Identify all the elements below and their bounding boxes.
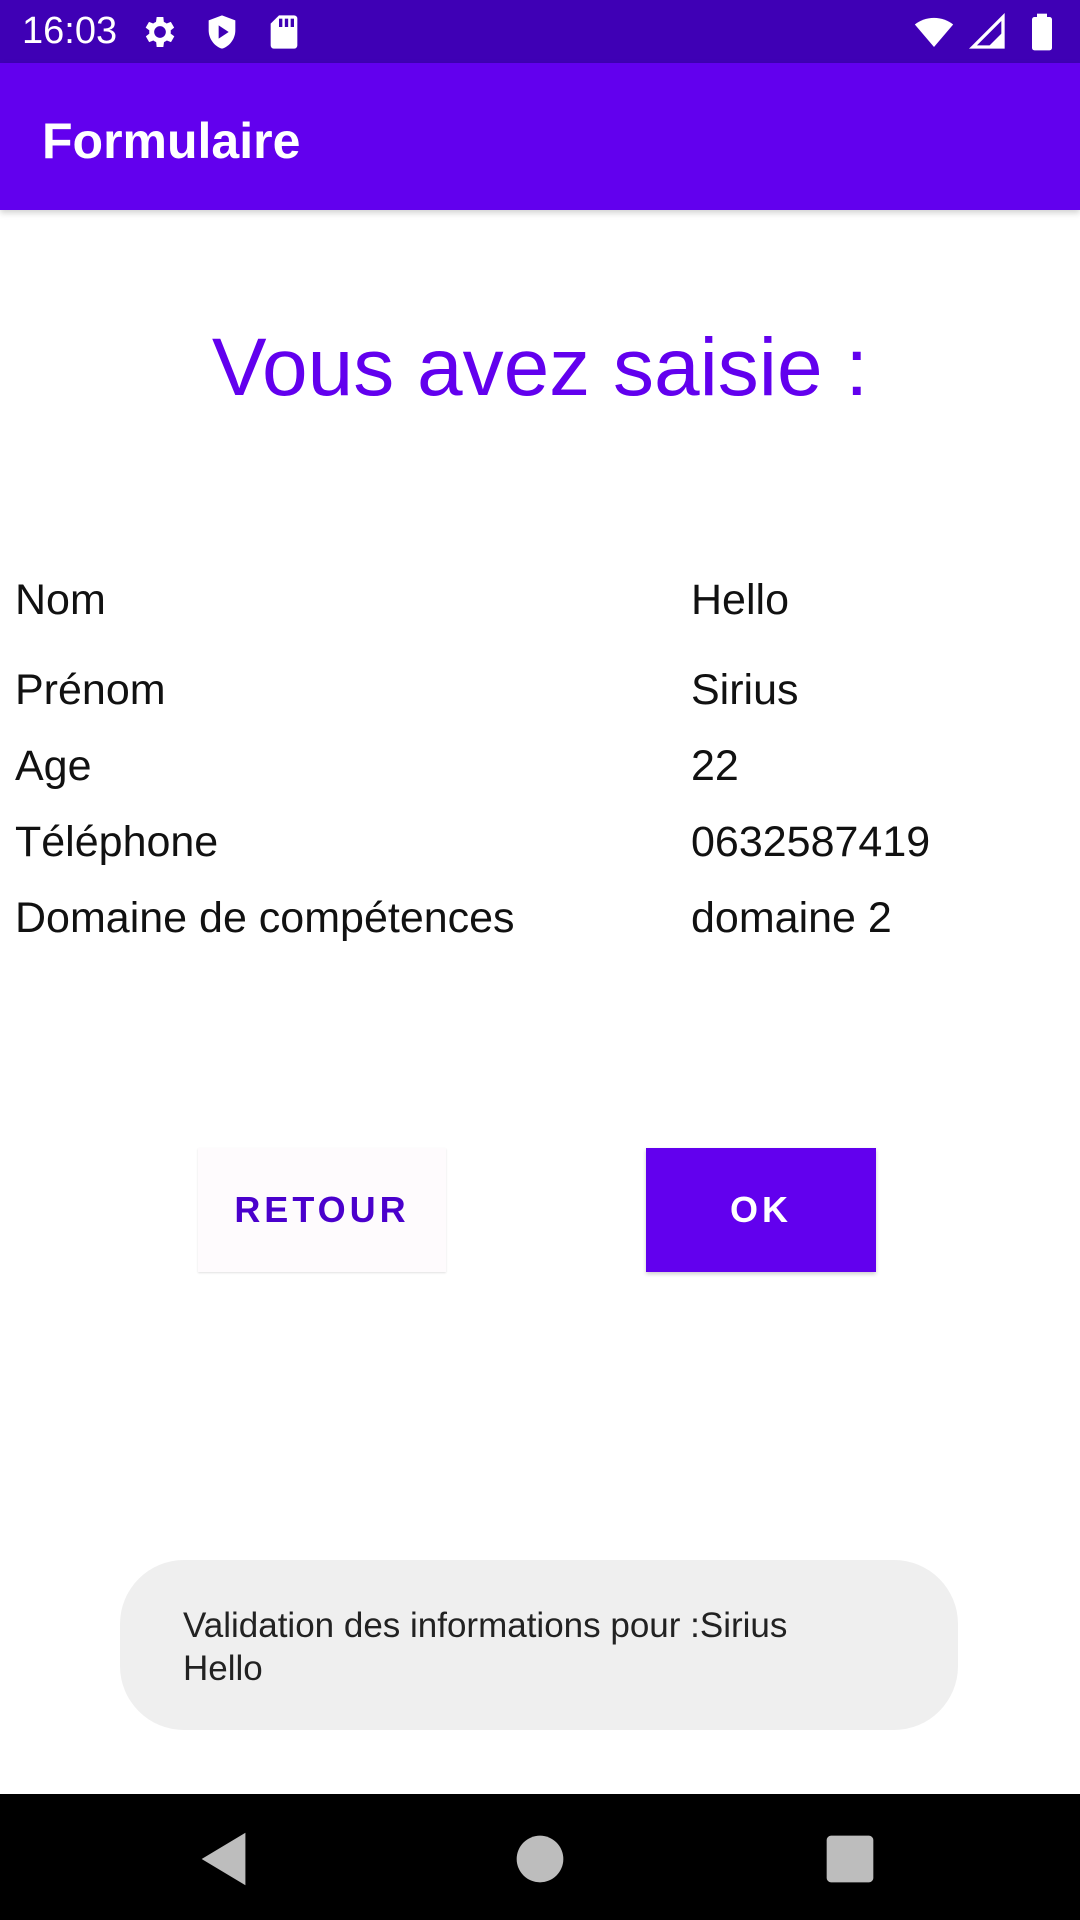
app-bar: Formulaire (0, 63, 1080, 210)
gear-icon (145, 17, 175, 47)
page-heading: Vous avez saisie : (211, 322, 869, 413)
info-label: Prénom (15, 666, 166, 714)
info-label: Nom (15, 576, 106, 624)
shield-icon (208, 15, 236, 49)
info-row-domaine: Domaine de compétences domaine 2 (0, 888, 1080, 948)
toast-line-2: Hello (183, 1649, 263, 1688)
sd-card-icon (270, 15, 298, 49)
battery-icon (1032, 13, 1052, 51)
info-label: Age (15, 742, 92, 790)
status-time: 16:03 (22, 10, 118, 52)
info-row-age: Age 22 (0, 736, 1080, 796)
status-left-icons (140, 12, 304, 52)
status-bar: 16:03 (0, 0, 1080, 63)
info-row-telephone: Téléphone 0632587419 (0, 812, 1080, 872)
retour-button[interactable]: RETOUR (198, 1148, 446, 1272)
back-icon[interactable] (190, 1824, 260, 1894)
info-value: 0632587419 (691, 818, 931, 866)
app-title: Formulaire (42, 113, 301, 169)
status-right-icons (914, 12, 1062, 52)
info-row-prenom: Prénom Sirius (0, 660, 1080, 720)
info-value: Sirius (691, 666, 799, 714)
ok-button[interactable]: OK (646, 1148, 876, 1272)
info-value: domaine 2 (691, 894, 892, 942)
toast-line-1: Validation des informations pour :Sirius (183, 1606, 788, 1645)
home-icon[interactable] (505, 1824, 575, 1894)
toast-message: Validation des informations pour :Sirius… (183, 1604, 913, 1690)
wifi-icon (914, 17, 954, 47)
info-label: Domaine de compétences (15, 894, 515, 942)
signal-icon (968, 12, 1005, 49)
info-label: Téléphone (15, 818, 219, 866)
info-row-nom: Nom Hello (0, 570, 1080, 630)
info-value: 22 (691, 742, 739, 790)
recents-icon[interactable] (815, 1824, 885, 1894)
info-value: Hello (691, 576, 789, 624)
navigation-bar (0, 1794, 1080, 1920)
toast: Validation des informations pour :Sirius… (120, 1560, 958, 1730)
